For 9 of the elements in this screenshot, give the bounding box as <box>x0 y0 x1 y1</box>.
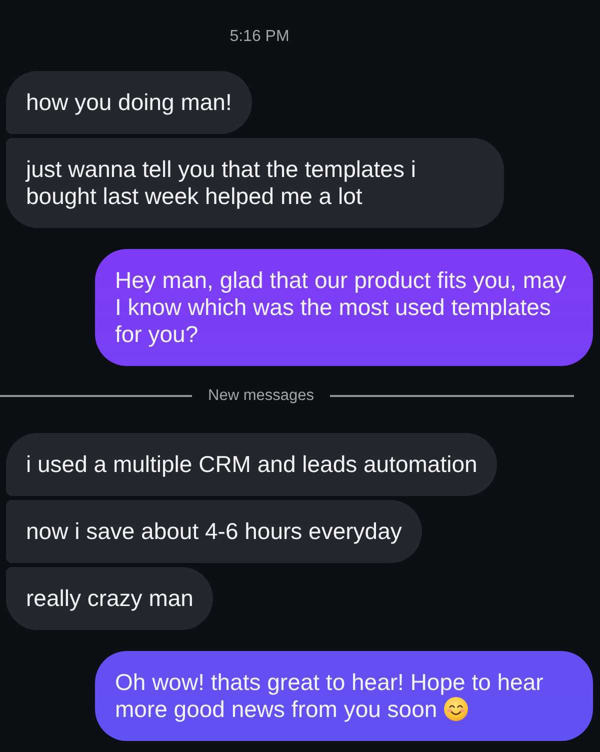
timestamp: 5:16 PM <box>230 28 290 46</box>
received-message: i used a multiple CRM and leads automation <box>6 433 498 496</box>
received-message: just wanna tell you that the templates i bought last week helped me a lot <box>6 138 504 228</box>
received-message: now i save about 4-6 hours everyday <box>6 500 422 563</box>
received-message: really crazy man <box>6 567 214 630</box>
sent-message: Hey man, glad that our product fits you, may I know which was the most used templates for you? <box>95 249 593 366</box>
sent-message: Oh wow! thats great to hear! Hope to hear more good news from you soon <box>95 651 593 741</box>
divider-label: New messages <box>207 387 315 405</box>
received-message: how you doing man! <box>6 71 252 134</box>
